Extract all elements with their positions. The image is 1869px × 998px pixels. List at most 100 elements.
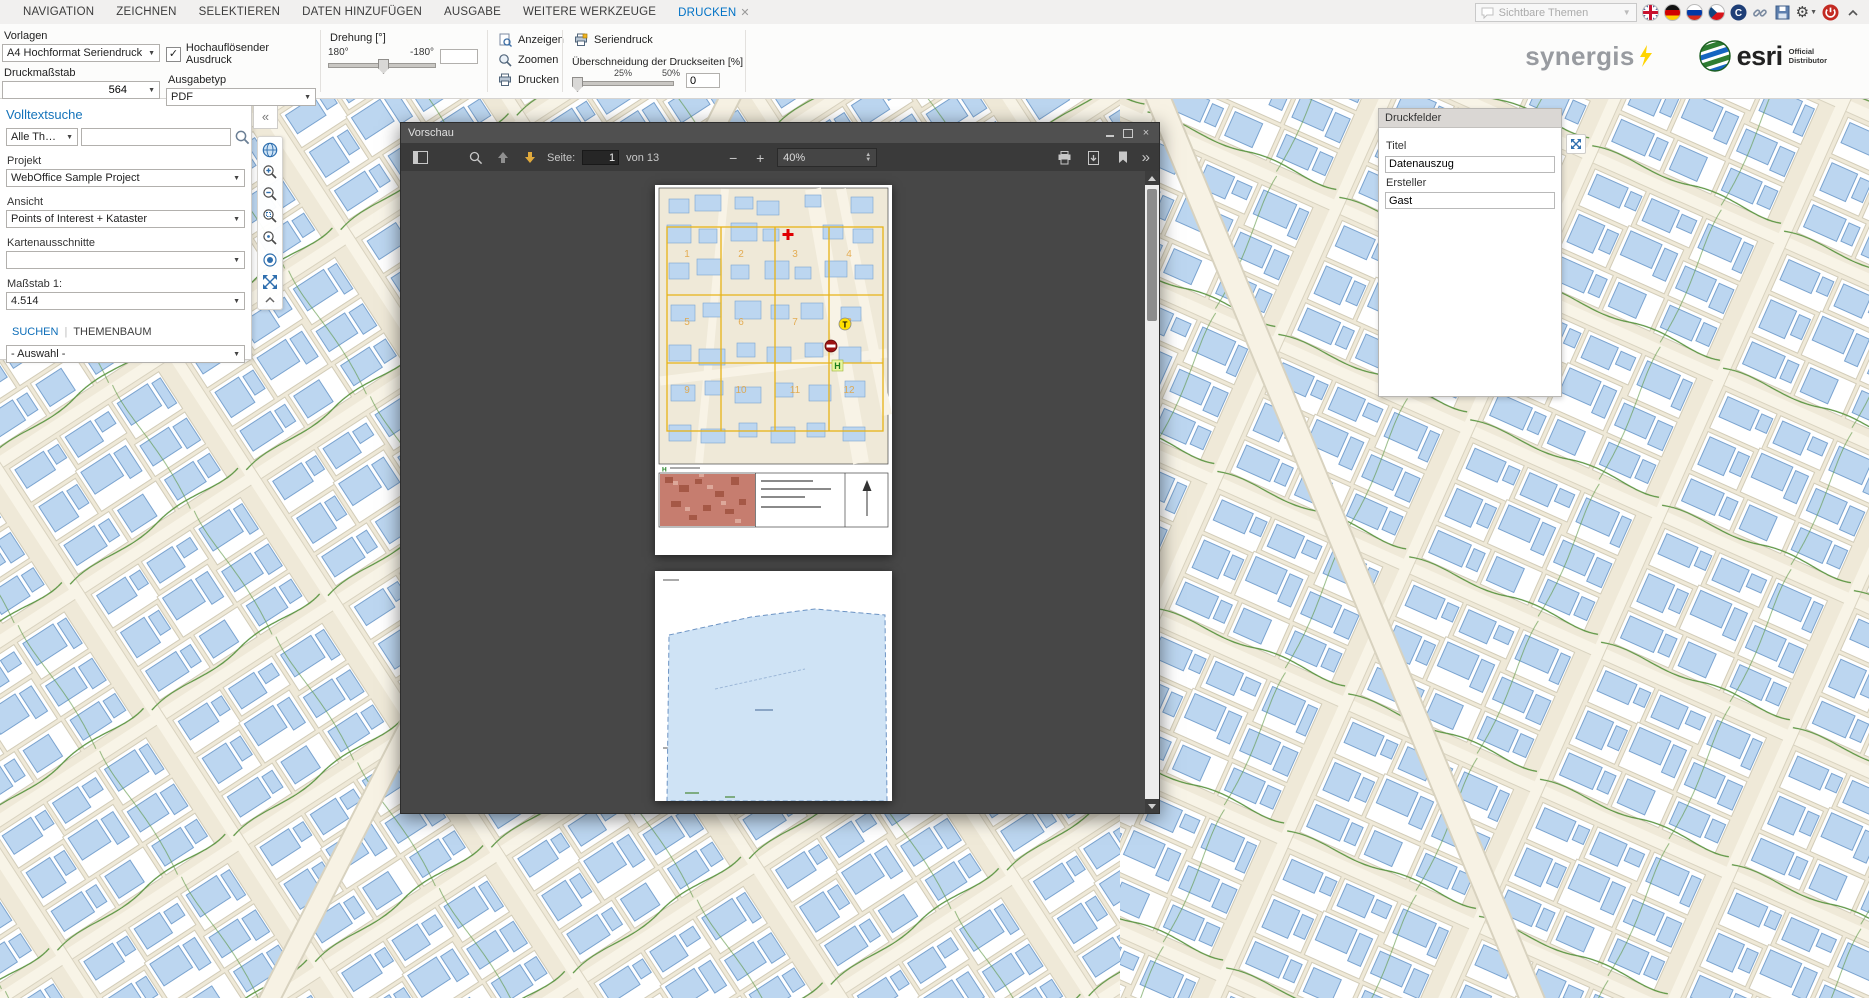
anzeigen-button[interactable]: Anzeigen: [494, 31, 568, 49]
chevron-down-icon: ▼: [1810, 9, 1817, 16]
seriendruck-button[interactable]: Seriendruck: [570, 31, 657, 49]
titel-input[interactable]: [1385, 156, 1555, 173]
tab-navigation[interactable]: NAVIGATION: [12, 1, 105, 24]
drehung-slider[interactable]: [328, 63, 436, 68]
minimize-icon[interactable]: [1104, 128, 1116, 139]
tab-ausgabe[interactable]: AUSGABE: [433, 1, 512, 24]
esri-tagline-1: Official: [1789, 47, 1827, 56]
flag-cz-icon[interactable]: [1708, 4, 1725, 21]
maximize-icon[interactable]: [1122, 128, 1134, 139]
logout-icon[interactable]: [1822, 4, 1839, 21]
link-icon[interactable]: [1752, 4, 1769, 21]
druckfelder-header: Druckfelder: [1379, 109, 1561, 128]
tab-weitere-werkzeuge[interactable]: WEITERE WERKZEUGE: [512, 1, 667, 24]
page1-legend-band: [659, 473, 888, 527]
zoomen-button[interactable]: Zoomen: [494, 51, 562, 69]
druckmassstab-combo[interactable]: ▼: [2, 81, 160, 99]
chevron-down-icon: ▼: [62, 134, 73, 141]
page-down-icon[interactable]: [520, 148, 540, 168]
tab-zeichnen[interactable]: ZEICHNEN: [105, 1, 187, 24]
seite-label: Seite:: [547, 152, 575, 164]
preview-search-icon[interactable]: [466, 148, 486, 168]
ribbon-drucken: Vorlagen A4 Hochformat Seriendruck ▼ Dru…: [0, 24, 1869, 99]
fulltext-search-input[interactable]: [81, 128, 231, 146]
tab-close-icon[interactable]: ✕: [740, 7, 749, 19]
volltextsuche-link[interactable]: Volltextsuche: [6, 107, 83, 122]
zoom-level-select[interactable]: 40% ▲▼: [777, 148, 877, 167]
settings-menu[interactable]: ⚙ ▼: [1796, 5, 1817, 20]
print-icon[interactable]: [1055, 148, 1075, 168]
drucken-button[interactable]: Drucken: [494, 71, 563, 89]
flag-ru-icon[interactable]: [1686, 4, 1703, 21]
save-icon[interactable]: [1774, 4, 1791, 21]
zoom-window-icon[interactable]: [262, 208, 278, 224]
copyright-icon[interactable]: C: [1730, 4, 1747, 21]
projekt-select[interactable]: WebOffice Sample Project ▼: [6, 169, 245, 187]
tab-themenbaum[interactable]: THEMENBAUM: [67, 323, 157, 341]
ueberschneidung-input[interactable]: [686, 73, 720, 88]
page-up-icon[interactable]: [493, 148, 513, 168]
vorschau-titlebar[interactable]: Vorschau ×: [401, 123, 1159, 144]
drehung-input[interactable]: [440, 49, 478, 64]
zoom-out-button[interactable]: −: [723, 148, 743, 168]
scroll-down-icon[interactable]: [1145, 799, 1159, 813]
projekt-value: WebOffice Sample Project: [11, 172, 140, 184]
auswahl-select[interactable]: - Auswahl - ▼: [6, 345, 245, 363]
drehung-label: Drehung [°]: [330, 32, 480, 44]
bookmark-icon[interactable]: [1113, 148, 1133, 168]
page-number-input[interactable]: [582, 150, 619, 165]
flag-en-icon[interactable]: [1642, 4, 1659, 21]
preview-scrollbar[interactable]: [1145, 171, 1159, 813]
tab-suchen[interactable]: SUCHEN: [6, 323, 64, 341]
collapse-toolbar-icon[interactable]: [264, 296, 276, 304]
chevron-down-icon: ▼: [144, 50, 155, 57]
sidebar-toggle-icon[interactable]: [410, 148, 430, 168]
zoom-out-icon[interactable]: [262, 186, 278, 202]
ueberschneidung-slider[interactable]: [572, 81, 674, 86]
scrollbar-thumb[interactable]: [1147, 189, 1157, 321]
ausgabetyp-select[interactable]: PDF ▼: [166, 88, 316, 106]
collapse-ribbon-icon[interactable]: [1844, 4, 1861, 21]
hires-checkbox[interactable]: ✓: [166, 47, 181, 62]
tab-daten-hinzufuegen[interactable]: DATEN HINZUFÜGEN: [291, 1, 433, 24]
zoomen-label: Zoomen: [518, 54, 558, 66]
flag-de-icon[interactable]: [1664, 4, 1681, 21]
vorlagen-select[interactable]: A4 Hochformat Seriendruck ▼: [2, 44, 160, 62]
collapse-panel-button[interactable]: «: [253, 104, 278, 129]
ausgabetyp-label: Ausgabetyp: [168, 74, 316, 86]
chevron-down-icon: ▼: [229, 298, 240, 305]
serial-print-icon: [574, 33, 588, 47]
zoom-in-icon[interactable]: [262, 164, 278, 180]
export-icon[interactable]: [1084, 148, 1104, 168]
more-tools-icon[interactable]: »: [1142, 149, 1150, 166]
visible-themes-select[interactable]: Sichtbare Themen ▼: [1475, 3, 1637, 22]
pan-mode-radio[interactable]: [262, 252, 278, 268]
branding: synergis esri Official Distributor: [1525, 40, 1827, 72]
svg-text:4: 4: [846, 249, 852, 260]
map-fullscreen-icon[interactable]: [1566, 134, 1586, 154]
search-icon[interactable]: [234, 129, 251, 146]
kartenausschnitte-select[interactable]: ▼: [6, 251, 245, 269]
ersteller-input[interactable]: [1385, 192, 1555, 209]
zoom-in-button[interactable]: +: [750, 148, 770, 168]
zoom-extent-icon[interactable]: [262, 230, 278, 246]
spinner-arrows-icon[interactable]: ▲▼: [865, 153, 871, 163]
themen-filter-select[interactable]: Alle Themen ▼: [6, 128, 78, 146]
ersteller-label: Ersteller: [1386, 177, 1555, 189]
drehung-slider-handle[interactable]: [378, 59, 389, 74]
svg-text:9: 9: [684, 385, 690, 396]
full-extent-icon[interactable]: [262, 274, 278, 290]
druckmassstab-input[interactable]: [7, 83, 127, 97]
ueberschneidung-slider-handle[interactable]: [572, 77, 583, 92]
tab-drucken[interactable]: DRUCKEN✕: [667, 1, 761, 24]
scroll-up-icon[interactable]: [1145, 171, 1159, 185]
drehung-max-label: -180°: [410, 47, 434, 58]
close-icon[interactable]: ×: [1140, 128, 1152, 139]
top-tab-bar: NAVIGATION ZEICHNEN SELEKTIEREN DATEN HI…: [0, 0, 1869, 24]
globe-icon[interactable]: [262, 142, 278, 158]
massstab-select[interactable]: 4.514 ▼: [6, 292, 245, 310]
preview-pages-area[interactable]: 1 2 3 4 5 6 7 8 9 10 11 12 T H: [401, 171, 1145, 813]
svg-text:11: 11: [789, 385, 800, 396]
ansicht-select[interactable]: Points of Interest + Kataster ▼: [6, 210, 245, 228]
tab-selektieren[interactable]: SELEKTIEREN: [188, 1, 291, 24]
